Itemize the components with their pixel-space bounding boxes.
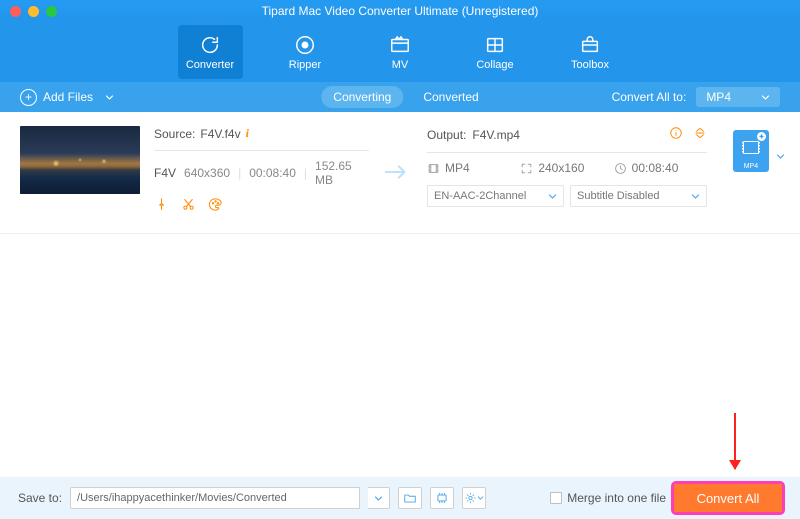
source-resolution: 640x360 xyxy=(184,166,230,180)
sub-toolbar: + Add Files Converting Converted Convert… xyxy=(0,82,800,112)
palette-icon[interactable] xyxy=(208,197,223,217)
clock-icon xyxy=(614,162,627,175)
chevron-down-icon xyxy=(691,192,700,201)
output-format-value: MP4 xyxy=(706,90,731,104)
expand-icon xyxy=(520,162,533,175)
output-details: Output: F4V.mp4 MP4 240x160 00:08:40 EN-… xyxy=(427,126,707,207)
info-icon[interactable]: i xyxy=(246,126,249,141)
tab-label: MV xyxy=(392,59,409,71)
out-format: MP4 xyxy=(445,161,470,175)
save-path-input[interactable] xyxy=(70,487,360,509)
tab-converter[interactable]: Converter xyxy=(178,25,243,79)
subtitle-value: Subtitle Disabled xyxy=(577,190,660,202)
add-files-button[interactable]: + Add Files xyxy=(20,89,114,106)
subtitle-select[interactable]: Subtitle Disabled xyxy=(570,185,707,207)
annotation-arrow xyxy=(734,413,736,469)
settings-button[interactable] xyxy=(462,487,486,509)
chevron-down-icon xyxy=(761,93,770,102)
plus-icon: + xyxy=(20,89,37,106)
gpu-accel-button[interactable] xyxy=(430,487,454,509)
output-label: Output: xyxy=(427,128,466,142)
cut-icon[interactable] xyxy=(181,197,196,217)
info-circle-icon[interactable] xyxy=(669,126,683,143)
output-filename: F4V.mp4 xyxy=(472,128,520,142)
merge-checkbox[interactable]: Merge into one file xyxy=(550,491,666,505)
divider xyxy=(0,233,800,234)
out-duration: 00:08:40 xyxy=(632,161,679,175)
compress-icon[interactable] xyxy=(693,126,707,143)
convert-all-to-label: Convert All to: xyxy=(612,90,687,104)
tab-toolbox[interactable]: Toolbox xyxy=(558,25,623,79)
source-filename: F4V.f4v xyxy=(200,127,240,141)
chevron-down-icon xyxy=(105,93,114,102)
output-format-select[interactable]: MP4 xyxy=(696,87,780,107)
audio-track-select[interactable]: EN-AAC-2Channel xyxy=(427,185,564,207)
source-details: Source: F4V.f4v i F4V 640x360| 00:08:40|… xyxy=(154,126,369,217)
film-icon xyxy=(743,141,759,154)
file-row: Source: F4V.f4v i F4V 640x360| 00:08:40|… xyxy=(0,112,800,227)
tab-label: Ripper xyxy=(289,59,321,71)
tab-label: Collage xyxy=(476,59,513,71)
output-profile-button[interactable]: ✦ MP4 xyxy=(729,130,773,172)
tab-label: Converter xyxy=(186,59,234,71)
tab-collage[interactable]: Collage xyxy=(463,25,528,79)
app-title: Tipard Mac Video Converter Ultimate (Unr… xyxy=(0,4,800,18)
chevron-down-icon[interactable] xyxy=(776,148,785,166)
tab-converting[interactable]: Converting xyxy=(321,86,403,108)
open-folder-button[interactable] xyxy=(398,487,422,509)
tab-converted[interactable]: Converted xyxy=(423,90,478,104)
add-files-label: Add Files xyxy=(43,90,93,104)
chevron-down-icon xyxy=(548,192,557,201)
film-icon xyxy=(427,162,440,175)
out-resolution: 240x160 xyxy=(538,161,584,175)
minimize-window-button[interactable] xyxy=(28,6,39,17)
chevron-down-icon xyxy=(477,491,484,505)
convert-all-button[interactable]: Convert All xyxy=(674,484,782,512)
video-thumbnail[interactable] xyxy=(20,126,140,194)
bottom-bar: Save to: Merge into one file Convert All xyxy=(0,477,800,519)
chevron-down-icon xyxy=(374,494,383,503)
window-controls xyxy=(10,6,57,17)
settings-badge-icon: ✦ xyxy=(757,132,766,141)
tab-mv[interactable]: MV xyxy=(368,25,433,79)
source-format: F4V xyxy=(154,166,176,180)
source-duration: 00:08:40 xyxy=(249,166,296,180)
audio-track-value: EN-AAC-2Channel xyxy=(434,190,526,202)
title-bar: Tipard Mac Video Converter Ultimate (Unr… xyxy=(0,0,800,22)
tab-ripper[interactable]: Ripper xyxy=(273,25,338,79)
save-path-dropdown[interactable] xyxy=(368,487,390,509)
pin-icon[interactable] xyxy=(154,197,169,217)
close-window-button[interactable] xyxy=(10,6,21,17)
source-label: Source: xyxy=(154,127,195,141)
merge-label: Merge into one file xyxy=(567,491,666,505)
maximize-window-button[interactable] xyxy=(46,6,57,17)
save-to-label: Save to: xyxy=(18,491,62,505)
checkbox-icon xyxy=(550,492,562,504)
main-tabs: Converter Ripper MV Collage Toolbox xyxy=(0,22,800,82)
profile-format-label: MP4 xyxy=(744,163,758,170)
tab-label: Toolbox xyxy=(571,59,609,71)
arrow-right-icon xyxy=(383,162,413,187)
source-size: 152.65 MB xyxy=(315,159,369,187)
